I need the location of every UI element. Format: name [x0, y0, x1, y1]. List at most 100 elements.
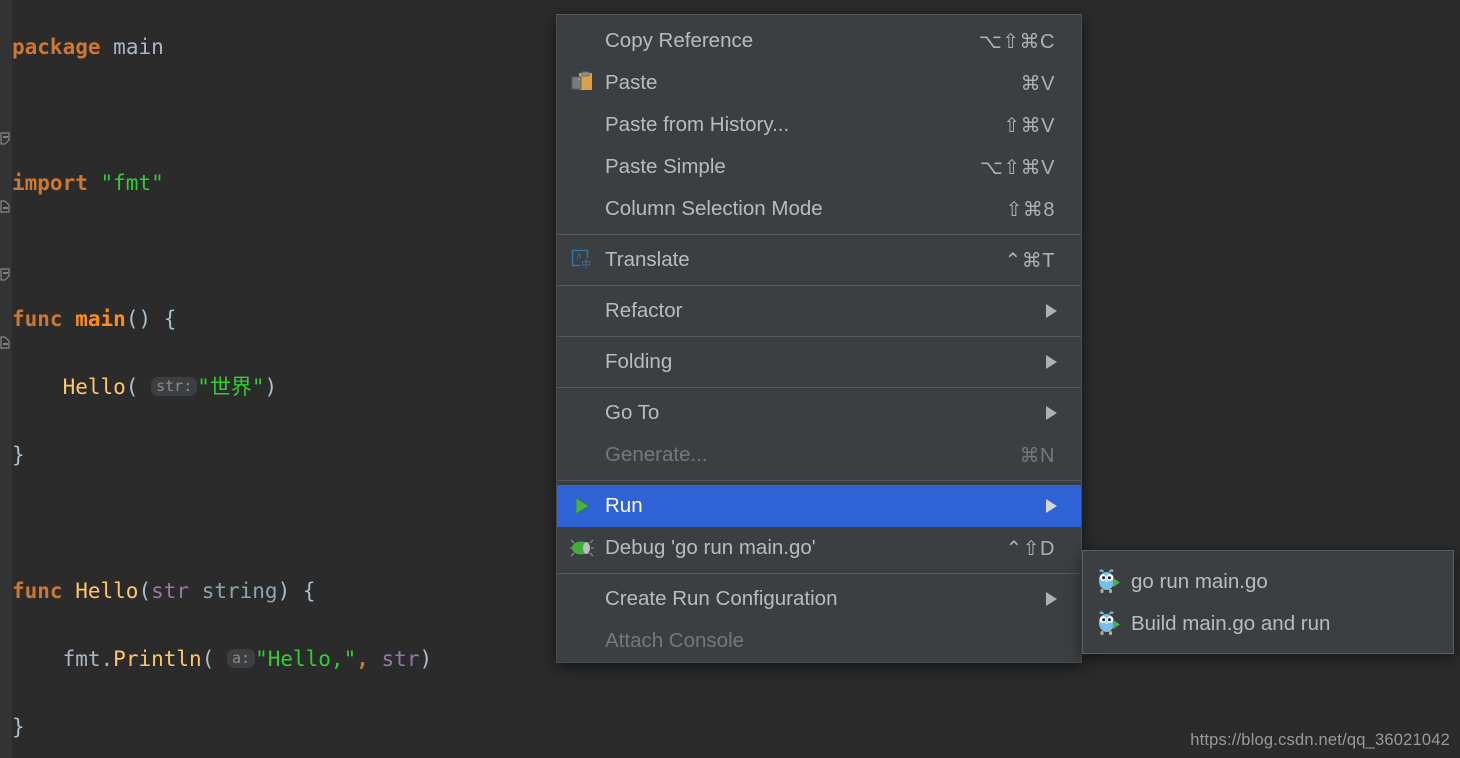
editor-gutter[interactable] [0, 0, 12, 758]
menu-item-shortcut: ⌥⇧⌘V [979, 156, 1055, 179]
menu-item-label: Debug 'go run main.go' [605, 536, 816, 559]
token-string-world: "世界" [197, 375, 265, 399]
menu-separator-2 [557, 285, 1081, 286]
token-main-parens: () { [125, 307, 177, 331]
menu-item-label: Copy Reference [605, 29, 754, 52]
token-func-main: main [75, 307, 126, 331]
menu-item-label: Paste from History... [605, 113, 790, 136]
menu-item-label: Generate... [605, 443, 708, 466]
menu-item-refactor[interactable]: Refactor [557, 290, 1081, 332]
token-sig-tail: ) { [277, 579, 316, 603]
menu-item-column-selection-mode[interactable]: Column Selection Mode ⇧⌘8 [557, 188, 1081, 230]
code-line-func-hello: func Hello(str string) { [12, 579, 316, 603]
chevron-right-icon [1046, 355, 1057, 369]
token-brace-close-1: } [12, 443, 25, 467]
submenu-item-build-main-and-run[interactable]: Build main.go and run [1083, 603, 1453, 645]
fold-marker-hello-close[interactable] [0, 336, 12, 349]
menu-item-label: Create Run Configuration [605, 587, 838, 610]
menu-separator-1 [557, 234, 1081, 235]
translate-icon: A 中 [567, 247, 597, 273]
code-text[interactable]: package main import "fmt" func main() { … [12, 0, 432, 758]
run-submenu[interactable]: go run main.go Build main.go and run [1082, 550, 1454, 654]
chevron-right-icon [1046, 304, 1057, 318]
token-close-paren-2: ) [419, 647, 433, 671]
token-keyword-func-2: func [12, 579, 63, 603]
run-play-icon [567, 493, 597, 519]
chevron-right-icon [1046, 499, 1057, 513]
fold-marker-main-open[interactable] [0, 132, 12, 145]
token-func-hello: Hello [75, 579, 139, 603]
code-line-import: import "fmt" [12, 166, 432, 200]
menu-item-go-to[interactable]: Go To [557, 392, 1081, 434]
code-line-func-main: func main() { [12, 302, 432, 336]
paste-icon [567, 70, 597, 96]
svg-text:中: 中 [581, 258, 591, 271]
menu-separator-5 [557, 480, 1081, 481]
code-line-hello-close: } [12, 710, 432, 744]
go-gopher-run-icon [1095, 568, 1123, 596]
menu-item-run[interactable]: Run [557, 485, 1081, 527]
code-line-blank-2 [12, 234, 432, 268]
menu-item-shortcut: ⌥⇧⌘C [978, 30, 1055, 53]
menu-item-shortcut: ⌃⌘T [1004, 249, 1055, 272]
token-keyword-import: import [12, 171, 88, 195]
menu-item-debug[interactable]: Debug 'go run main.go' ⌃⇧D [557, 527, 1081, 569]
menu-item-copy-reference[interactable]: Copy Reference ⌥⇧⌘C [557, 20, 1081, 62]
menu-item-shortcut: ⌃⇧D [1005, 537, 1055, 560]
menu-item-translate[interactable]: A 中 Translate ⌃⌘T [557, 239, 1081, 281]
go-gopher-run-icon [1095, 610, 1123, 638]
token-string-hello: "Hello," [255, 647, 357, 671]
token-close-paren-1: ) [264, 375, 278, 399]
menu-item-label: Paste [605, 71, 658, 94]
menu-item-shortcut: ⇧⌘V [1003, 114, 1055, 137]
editor-context-menu[interactable]: Copy Reference ⌥⇧⌘C Paste ⌘V Paste from … [556, 14, 1082, 663]
menu-item-label: Translate [605, 248, 690, 271]
menu-item-shortcut: ⌘N [1019, 444, 1055, 467]
token-param-str: str [151, 579, 190, 603]
code-editor[interactable]: package main import "fmt" func main() { … [0, 0, 560, 758]
token-call-hello: Hello [62, 375, 126, 399]
menu-item-shortcut: ⌘V [1020, 72, 1055, 95]
menu-item-paste-from-history[interactable]: Paste from History... ⇧⌘V [557, 104, 1081, 146]
code-line-println: fmt.Println( a: "Hello,", str) [62, 647, 433, 671]
token-pkg-fmt: fmt [62, 647, 101, 671]
watermark-url: https://blog.csdn.net/qq_36021042 [1190, 731, 1450, 749]
menu-item-label: Column Selection Mode [605, 197, 823, 220]
menu-separator-6 [557, 573, 1081, 574]
token-type-string: string [201, 579, 278, 603]
token-string-fmt: "fmt" [100, 171, 164, 195]
menu-item-label: Attach Console [605, 629, 745, 652]
menu-item-label: Folding [605, 350, 673, 373]
menu-item-label: Refactor [605, 299, 683, 322]
param-hint-a: a: [227, 649, 256, 668]
chevron-right-icon [1046, 592, 1057, 606]
code-line-blank-3 [12, 506, 432, 540]
token-comma: , [356, 647, 369, 671]
menu-separator-3 [557, 336, 1081, 337]
menu-item-paste-simple[interactable]: Paste Simple ⌥⇧⌘V [557, 146, 1081, 188]
token-keyword-func-1: func [12, 307, 63, 331]
menu-item-shortcut: ⇧⌘8 [1005, 198, 1055, 221]
token-dot: . [100, 647, 114, 671]
chevron-right-icon [1046, 406, 1057, 420]
menu-item-label: Run [605, 494, 643, 517]
fold-marker-main-close[interactable] [0, 200, 12, 213]
param-hint-str: str: [151, 377, 198, 396]
submenu-item-label: go run main.go [1131, 570, 1268, 593]
menu-item-generate: Generate... ⌘N [557, 434, 1081, 476]
menu-item-folding[interactable]: Folding [557, 341, 1081, 383]
code-line-main-close: } [12, 438, 432, 472]
token-arg-str: str [381, 647, 420, 671]
code-line-hello-call: Hello( str: "世界") [62, 375, 278, 399]
fold-marker-hello-open[interactable] [0, 268, 12, 281]
token-brace-close-2: } [12, 715, 25, 739]
menu-separator-4 [557, 387, 1081, 388]
submenu-item-go-run-main[interactable]: go run main.go [1083, 561, 1453, 603]
ide-screen: package main import "fmt" func main() { … [0, 0, 1460, 758]
token-keyword-package: package [12, 35, 101, 59]
menu-item-label: Go To [605, 401, 660, 424]
token-func-println: Println [113, 647, 202, 671]
menu-item-create-run-configuration[interactable]: Create Run Configuration [557, 578, 1081, 620]
menu-item-paste[interactable]: Paste ⌘V [557, 62, 1081, 104]
code-line-package: package main [12, 30, 432, 64]
